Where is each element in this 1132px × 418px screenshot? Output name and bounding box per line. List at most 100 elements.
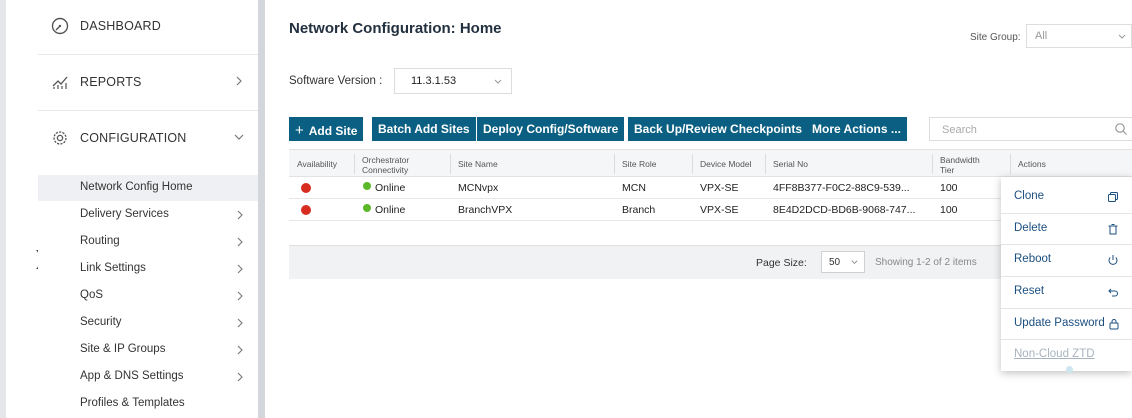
batch-add-sites-button[interactable]: Batch Add Sites: [372, 117, 476, 141]
chevron-right-icon: [237, 291, 243, 301]
plus-icon: +: [295, 122, 304, 139]
sidebar-item-routing[interactable]: Routing: [38, 229, 258, 255]
column-header-bandwidth-tier[interactable]: Bandwidth Tier: [940, 155, 990, 175]
divider: [38, 110, 258, 111]
site-name-cell: MCNvpx: [458, 182, 499, 194]
sidebar-item-delivery-services[interactable]: Delivery Services: [38, 202, 258, 228]
column-header-device-model[interactable]: Device Model: [700, 159, 752, 169]
page-size-label: Page Size:: [756, 257, 807, 269]
sidebar-item-reports[interactable]: REPORTS: [38, 62, 258, 102]
column-divider: [765, 154, 766, 174]
bandwidth-cell: 100: [940, 204, 958, 216]
software-version-value: 11.3.1.53: [411, 75, 457, 87]
sidebar-resize-handle[interactable]: [258, 0, 265, 418]
column-divider: [450, 154, 451, 174]
power-icon: [1108, 255, 1118, 265]
bandwidth-cell: 100: [940, 182, 958, 194]
sidebar-item-security[interactable]: Security: [38, 310, 258, 336]
configuration-gear-icon: [53, 131, 67, 145]
chevron-right-icon: [237, 210, 243, 220]
column-header-site-role[interactable]: Site Role: [622, 159, 657, 169]
column-divider: [614, 154, 615, 174]
menu-item-label: Delete: [1014, 222, 1048, 234]
chevron-right-icon: [236, 76, 242, 86]
page-size-select[interactable]: 50: [821, 251, 865, 273]
chevron-down-icon: [851, 260, 858, 265]
menu-pointer: [1066, 366, 1073, 373]
online-status-dot: [363, 182, 371, 190]
dashboard-gauge-icon: [51, 17, 69, 35]
sidebar-item-label: Security: [80, 316, 122, 328]
sidebar-item-label: Network Config Home: [80, 181, 193, 193]
menu-item-label: Non-Cloud ZTD: [1014, 348, 1095, 360]
connectivity-cell: Online: [375, 204, 406, 216]
sidebar-item-label: REPORTS: [80, 75, 142, 89]
chevron-right-icon: [237, 264, 243, 274]
column-header-connectivity[interactable]: Orchestrator Connectivity: [362, 155, 432, 175]
chevron-down-icon: [234, 134, 244, 140]
online-status-dot: [363, 204, 371, 212]
sidebar-item-configuration[interactable]: CONFIGURATION: [38, 118, 258, 158]
availability-status-dot: [301, 205, 311, 215]
sidebar-item-label: Site & IP Groups: [80, 343, 166, 355]
backup-review-checkpoints-button[interactable]: Back Up/Review Checkpoints: [628, 117, 809, 141]
trash-icon: [1108, 224, 1118, 235]
sidebar-item-app-dns-settings[interactable]: App & DNS Settings: [38, 364, 258, 390]
sidebar-item-label: DASHBOARD: [80, 19, 161, 33]
sidebar-item-label: App & DNS Settings: [80, 370, 184, 382]
menu-item-update-password[interactable]: Update Password: [1001, 309, 1132, 339]
menu-item-delete[interactable]: Delete: [1001, 214, 1132, 244]
device-model-cell: VPX-SE: [700, 182, 739, 194]
sidebar-item-link-settings[interactable]: Link Settings: [38, 256, 258, 282]
availability-status-dot: [301, 183, 311, 193]
column-header-actions: Actions: [1018, 159, 1046, 169]
sidebar-item-network-config-home[interactable]: Network Config Home: [38, 175, 258, 201]
menu-item-label: Update Password: [1014, 317, 1105, 329]
sidebar-item-label: Profiles & Templates: [80, 397, 185, 409]
sidebar-item-qos[interactable]: QoS: [38, 283, 258, 309]
menu-item-clone[interactable]: Clone: [1001, 182, 1132, 212]
menu-item-label: Reboot: [1014, 253, 1052, 265]
sidebar-item-label: Routing: [80, 235, 120, 247]
sidebar: DASHBOARD REPORTS CONFIGURATION Network …: [38, 0, 258, 418]
add-site-button[interactable]: + Add Site: [289, 117, 364, 141]
site-group-value: All: [1035, 30, 1048, 42]
sidebar-item-profiles-templates[interactable]: Profiles & Templates: [38, 391, 258, 417]
outer-left-bar: [0, 0, 6, 418]
chevron-down-icon: [1118, 34, 1126, 39]
items-count-text: Showing 1-2 of 2 items: [875, 257, 977, 268]
column-divider: [932, 154, 933, 174]
connectivity-cell: Online: [375, 182, 406, 194]
column-divider: [1010, 154, 1011, 174]
column-header-site-name[interactable]: Site Name: [458, 159, 498, 169]
lock-icon: [1109, 319, 1119, 330]
column-header-serial-no[interactable]: Serial No: [773, 159, 808, 169]
sidebar-item-dashboard[interactable]: DASHBOARD: [38, 6, 258, 46]
chevron-right-icon: [237, 318, 243, 328]
column-header-availability[interactable]: Availability: [297, 159, 337, 169]
chevron-right-icon: [237, 345, 243, 355]
chevron-down-icon: [494, 79, 502, 84]
column-divider: [354, 154, 355, 174]
add-site-label: Add Site: [308, 124, 358, 138]
serial-no-cell: 8E4D2DCD-BD6B-9068-747...: [773, 204, 916, 216]
actions-menu: Clone Delete Reboot Reset Update Passwor…: [1001, 177, 1132, 371]
sidebar-item-site-ip-groups[interactable]: Site & IP Groups: [38, 337, 258, 363]
search-input[interactable]: Search: [929, 117, 1132, 141]
site-group-select[interactable]: All: [1026, 24, 1132, 48]
deploy-config-software-button[interactable]: Deploy Config/Software: [477, 117, 625, 141]
table-header: Availability Orchestrator Connectivity S…: [289, 149, 1132, 177]
divider: [38, 54, 258, 55]
software-version-select[interactable]: 11.3.1.53: [394, 68, 512, 94]
more-actions-button[interactable]: More Actions ...: [806, 117, 907, 141]
search-placeholder: Search: [942, 124, 977, 136]
serial-no-cell: 4FF8B377-F0C2-88C9-539...: [773, 182, 910, 194]
menu-item-non-cloud-ztd[interactable]: Non-Cloud ZTD: [1001, 340, 1132, 370]
site-role-cell: Branch: [622, 204, 656, 216]
search-icon: [1115, 123, 1127, 135]
undo-icon: [1108, 288, 1118, 297]
menu-item-reset[interactable]: Reset: [1001, 277, 1132, 307]
page-size-value: 50: [829, 257, 841, 268]
sidebar-item-label: Link Settings: [80, 262, 146, 274]
menu-item-reboot[interactable]: Reboot: [1001, 245, 1132, 275]
